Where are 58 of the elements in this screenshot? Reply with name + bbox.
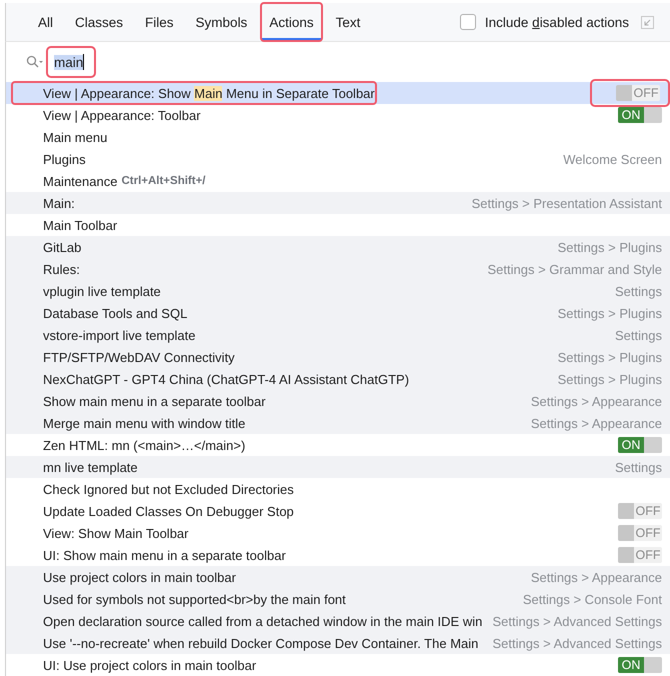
result-label[interactable]: FTP/SFTP/WebDAV Connectivity bbox=[43, 346, 235, 368]
toggle-switch[interactable]: ON bbox=[618, 437, 662, 453]
result-label[interactable]: Show main menu in a separate toolbar bbox=[43, 390, 266, 412]
result-label[interactable]: NexChatGPT - GPT4 China (ChatGPT-4 AI Assistant ChatGTP) bbox=[43, 368, 410, 390]
checkbox-label: Include disabled actions bbox=[484, 14, 629, 30]
tab[interactable]: Classes bbox=[67, 3, 132, 41]
tab[interactable]: Files bbox=[137, 3, 182, 41]
result-label[interactable]: Rules: bbox=[43, 258, 80, 280]
tab[interactable]: Actions bbox=[261, 3, 322, 41]
location-label: Settings bbox=[615, 284, 662, 298]
search-field[interactable]: main bbox=[48, 48, 94, 76]
location-label: Settings > Plugins bbox=[558, 306, 662, 320]
result-label[interactable]: Used for symbols not supported<br>by the main font bbox=[43, 588, 346, 610]
result-label[interactable]: GitLab bbox=[43, 236, 82, 258]
location-label: Settings bbox=[615, 460, 662, 474]
location-label: Settings bbox=[615, 328, 662, 342]
location-label: Settings > Plugins bbox=[558, 350, 662, 364]
toggle-switch[interactable]: ON bbox=[618, 657, 662, 673]
result-label[interactable]: UI: Show main menu in a separate toolbar bbox=[43, 544, 286, 566]
result-label[interactable]: View | Appearance: Show Main Menu in Separate Toolbar bbox=[12, 82, 376, 104]
result-label[interactable]: Zen HTML: mn (<main>…</main>) bbox=[43, 434, 246, 456]
location-label: Settings > Plugins bbox=[558, 240, 662, 254]
collapse-icon[interactable] bbox=[641, 16, 654, 28]
location-label: Settings > Plugins bbox=[558, 372, 662, 386]
tab[interactable]: Symbols bbox=[188, 3, 256, 41]
result-label[interactable]: mn live template bbox=[43, 456, 138, 478]
location-label: Settings > Advanced Settings bbox=[492, 636, 662, 650]
location-label: Settings > Appearance bbox=[530, 570, 662, 584]
result-label[interactable]: Use '--no-recreate' when rebuild Docker Compose Dev Container. The Main bbox=[43, 632, 478, 654]
checkbox[interactable] bbox=[460, 14, 476, 30]
result-label[interactable]: vplugin live template bbox=[43, 280, 161, 302]
location-label: Settings > Appearance bbox=[530, 416, 662, 430]
result-label[interactable]: Main: bbox=[43, 192, 75, 214]
result-label[interactable]: Merge main menu with window title bbox=[43, 412, 246, 434]
toggle-switch[interactable]: ON bbox=[618, 107, 662, 123]
result-label[interactable]: Update Loaded Classes On Debugger Stop bbox=[43, 500, 294, 522]
result-label[interactable]: Maintenance bbox=[43, 170, 118, 192]
result-label[interactable]: Database Tools and SQL bbox=[43, 302, 188, 324]
result-label[interactable]: Check Ignored but not Excluded Directories bbox=[43, 478, 294, 500]
result-label[interactable]: View: Show Main Toolbar bbox=[43, 522, 188, 544]
result-label[interactable]: Use project colors in main toolbar bbox=[43, 566, 236, 588]
result-label[interactable]: Main Toolbar bbox=[43, 214, 118, 236]
tab[interactable]: Text bbox=[328, 3, 368, 41]
result-label[interactable]: View | Appearance: Toolbar bbox=[43, 104, 201, 126]
result-label[interactable]: Open declaration source called from a detached window in the main IDE win bbox=[43, 610, 482, 632]
search-icon[interactable] bbox=[26, 55, 44, 69]
result-label[interactable]: vstore-import live template bbox=[43, 324, 196, 346]
location-label: Settings > Console Font bbox=[522, 592, 662, 606]
location-label: Settings > Presentation Assistant bbox=[472, 196, 662, 210]
result-label[interactable]: Main menu bbox=[43, 126, 108, 148]
tab[interactable]: All bbox=[30, 3, 62, 41]
shortcut-label: Ctrl+Alt+Shift+/ bbox=[121, 175, 206, 187]
location-label: Settings > Appearance bbox=[530, 394, 662, 408]
location-label: Settings > Grammar and Style bbox=[488, 262, 662, 276]
location-label: Settings > Advanced Settings bbox=[492, 614, 662, 628]
result-label[interactable]: Plugins bbox=[43, 148, 86, 170]
result-label[interactable]: UI: Use project colors in main toolbar bbox=[43, 654, 256, 676]
location-label: Welcome Screen bbox=[563, 152, 662, 166]
